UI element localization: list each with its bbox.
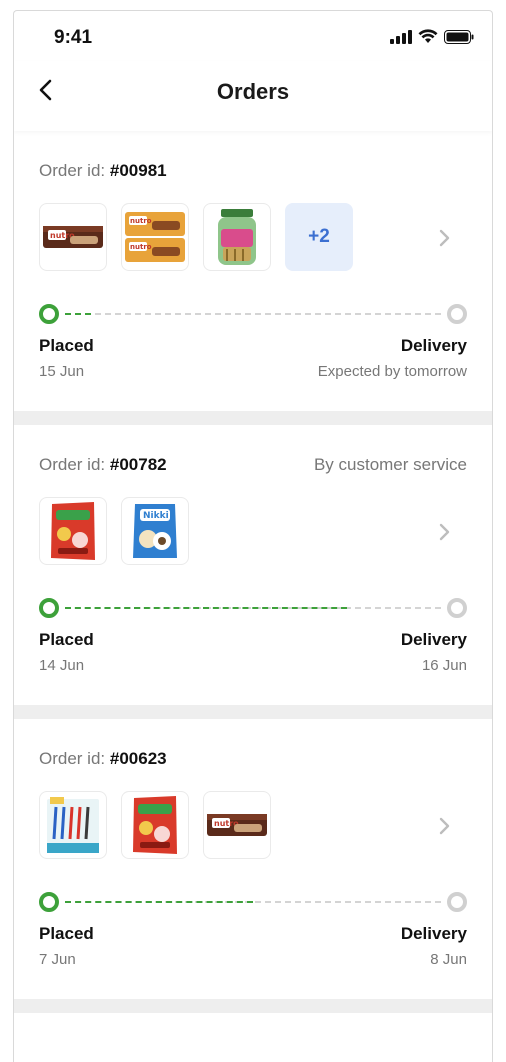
delivery-label: Delivery: [400, 630, 467, 649]
card-separator: [14, 411, 492, 425]
nutro-wafer-image: nutro: [43, 226, 103, 248]
chevron-right-icon[interactable]: [434, 521, 454, 543]
order-note: By customer service: [313, 455, 467, 474]
wifi-icon: [418, 29, 438, 43]
orders-list: Order id: #00981 nutro nutro nutro +2 Pl…: [14, 131, 492, 1053]
order-card-partial[interactable]: [14, 1013, 492, 1053]
svg-text:Nikki: Nikki: [143, 511, 169, 521]
placed-date: 7 Jun: [39, 951, 76, 968]
product-thumb-red-candy[interactable]: [39, 497, 107, 565]
progress-fill: [65, 313, 91, 315]
order-id-label: Order id:: [39, 749, 106, 768]
nutro-twin-pack-image: nutro nutro: [125, 212, 185, 262]
order-card[interactable]: Order id: #00981 nutro nutro nutro +2 Pl…: [14, 131, 492, 411]
delivery-label: Delivery: [400, 336, 467, 355]
delivery-progress: [39, 304, 467, 326]
order-id: #00782: [109, 455, 167, 474]
delivery-progress: [39, 598, 467, 620]
pen-box-image: [47, 797, 99, 853]
red-candy-pack-image: [133, 796, 177, 854]
order-id-label: Order id:: [39, 455, 106, 474]
delivery-dot: [447, 304, 467, 324]
order-header: Order id: #00981: [39, 161, 467, 185]
order-card[interactable]: Order id: #00782 By customer service Nik…: [14, 425, 492, 705]
order-id-label: Order id:: [39, 161, 106, 180]
nikki-biscuit-pack-image: Nikki: [133, 504, 177, 558]
placed-status: Placed 14 Jun: [39, 630, 94, 674]
placed-label: Placed: [39, 630, 94, 649]
product-thumb-nutro-twin[interactable]: nutro nutro: [121, 203, 189, 271]
order-card[interactable]: Order id: #00623 nutro Placed 7 Jun Deli…: [14, 719, 492, 999]
placed-dot: [39, 892, 59, 912]
delivery-dot: [447, 892, 467, 912]
nav-bar: Orders: [14, 61, 492, 131]
product-thumb-nutro-wafer[interactable]: nutro: [39, 203, 107, 271]
delivery-date: 8 Jun: [430, 951, 467, 968]
status-time: 9:41: [54, 27, 93, 48]
card-separator: [14, 705, 492, 719]
battery-icon: [444, 29, 474, 44]
placed-dot: [39, 598, 59, 618]
progress-fill: [65, 607, 347, 609]
delivery-status: Delivery 16 Jun: [401, 630, 467, 674]
product-thumbnails: Nikki: [39, 497, 189, 565]
order-header: Order id: #00782 By customer service: [39, 455, 467, 479]
product-thumb-red-candy[interactable]: [121, 791, 189, 859]
delivery-label: Delivery: [400, 924, 467, 943]
status-bar: 9:41: [14, 11, 492, 61]
delivery-date: 16 Jun: [421, 657, 467, 674]
product-thumbnails: nutro nutro nutro +2: [39, 203, 353, 271]
signal-icon: [390, 29, 412, 44]
nutro-wafer-image: nutro: [207, 814, 267, 836]
placed-dot: [39, 304, 59, 324]
placed-label: Placed: [39, 924, 94, 943]
delivery-status: Delivery 8 Jun: [401, 924, 467, 968]
red-candy-pack-image: [51, 502, 95, 560]
phone-frame: 9:41 Orders Order id: #00981 nutro nutro…: [13, 10, 493, 1062]
product-thumb-nutro-wafer[interactable]: nutro: [203, 791, 271, 859]
chevron-right-icon[interactable]: [434, 815, 454, 837]
rolls-jar-image: [218, 209, 256, 265]
chevron-right-icon[interactable]: [434, 227, 454, 249]
delivery-dot: [447, 598, 467, 618]
svg-text:nutro: nutro: [130, 243, 152, 251]
order-id: #00623: [109, 749, 167, 768]
placed-label: Placed: [39, 336, 94, 355]
order-header: Order id: #00623: [39, 749, 467, 773]
delivery-status: Delivery Expected by tomorrow: [318, 336, 467, 380]
placed-date: 14 Jun: [39, 657, 85, 674]
progress-track: [65, 313, 441, 315]
product-thumb-pen-box[interactable]: [39, 791, 107, 859]
more-items-badge[interactable]: +2: [285, 203, 353, 271]
product-thumbnails: nutro: [39, 791, 271, 859]
placed-status: Placed 15 Jun: [39, 336, 94, 380]
placed-date: 15 Jun: [39, 363, 85, 380]
page-title: Orders: [216, 79, 290, 104]
delivery-date: Expected by tomorrow: [317, 363, 467, 380]
status-icons: [390, 29, 474, 44]
order-id: #00981: [109, 161, 167, 180]
progress-fill: [65, 901, 253, 903]
card-separator: [14, 999, 492, 1013]
svg-text:nutro: nutro: [130, 217, 152, 225]
delivery-progress: [39, 892, 467, 914]
product-thumb-nikki-biscuit[interactable]: Nikki: [121, 497, 189, 565]
product-thumb-rolls-jar[interactable]: [203, 203, 271, 271]
placed-status: Placed 7 Jun: [39, 924, 94, 968]
